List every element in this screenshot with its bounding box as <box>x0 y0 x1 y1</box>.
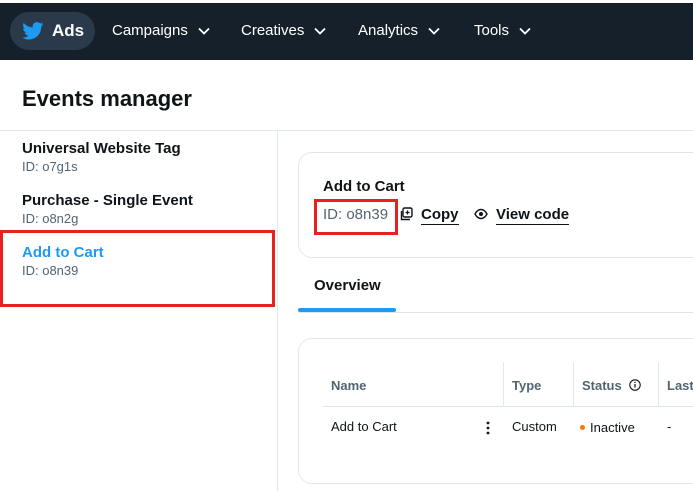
column-header-type[interactable]: Type <box>512 378 541 393</box>
tabs-divider <box>298 312 693 313</box>
sidebar-item-id: ID: o8n2g <box>22 211 79 226</box>
eye-icon <box>474 208 488 220</box>
nav-creatives[interactable]: Creatives <box>241 22 326 39</box>
column-divider <box>658 362 659 406</box>
page-title: Events manager <box>22 86 192 111</box>
sidebar-item-name: Universal Website Tag <box>22 140 181 157</box>
cell-status: Inactive <box>590 420 635 435</box>
copy-button[interactable]: Copy <box>421 206 459 225</box>
column-divider <box>573 362 574 406</box>
chevron-down-icon <box>314 27 326 35</box>
copy-icon[interactable] <box>399 207 413 221</box>
nav-analytics-label: Analytics <box>358 22 419 39</box>
nav-analytics[interactable]: Analytics <box>358 22 440 39</box>
info-icon[interactable] <box>629 379 642 391</box>
nav-campaigns-label: Campaigns <box>112 22 188 39</box>
chevron-down-icon <box>519 27 531 35</box>
events-sidebar <box>0 131 278 491</box>
top-nav: Ads Campaigns Creatives Analytics Tools <box>0 0 693 60</box>
table-header-divider <box>323 406 693 407</box>
events-table-card <box>298 338 693 484</box>
brand-label: Ads <box>52 21 85 40</box>
highlight-box-event-id <box>314 199 398 235</box>
ads-home-button[interactable]: Ads <box>10 12 95 50</box>
column-header-status[interactable]: Status <box>582 378 642 393</box>
nav-tools[interactable]: Tools <box>474 22 531 39</box>
column-header-name[interactable]: Name <box>331 378 366 393</box>
view-code-button[interactable]: View code <box>496 206 570 225</box>
cell-last: - <box>667 419 672 434</box>
column-divider <box>503 362 504 406</box>
nav-campaigns[interactable]: Campaigns <box>112 22 210 39</box>
sidebar-item-name: Purchase - Single Event <box>22 192 193 209</box>
chevron-down-icon <box>198 27 210 35</box>
highlight-box-sidebar <box>0 230 275 307</box>
more-options-icon[interactable] <box>484 420 492 436</box>
status-dot <box>580 425 585 430</box>
sidebar-item-universal-website-tag[interactable]: Universal Website Tag ID: o7g1s <box>22 140 181 175</box>
sidebar-item-purchase-single-event[interactable]: Purchase - Single Event ID: o8n2g <box>22 192 193 227</box>
cell-type: Custom <box>512 419 557 434</box>
cell-name: Add to Cart <box>331 419 397 434</box>
chevron-down-icon <box>428 27 440 35</box>
nav-tools-label: Tools <box>474 22 510 39</box>
column-header-last[interactable]: Last <box>667 378 693 393</box>
nav-creatives-label: Creatives <box>241 22 305 39</box>
event-title: Add to Cart <box>323 178 405 195</box>
twitter-bird-icon <box>22 22 44 40</box>
tab-overview[interactable]: Overview <box>314 277 381 294</box>
column-header-status-label: Status <box>582 378 622 393</box>
sidebar-item-id: ID: o7g1s <box>22 159 78 174</box>
